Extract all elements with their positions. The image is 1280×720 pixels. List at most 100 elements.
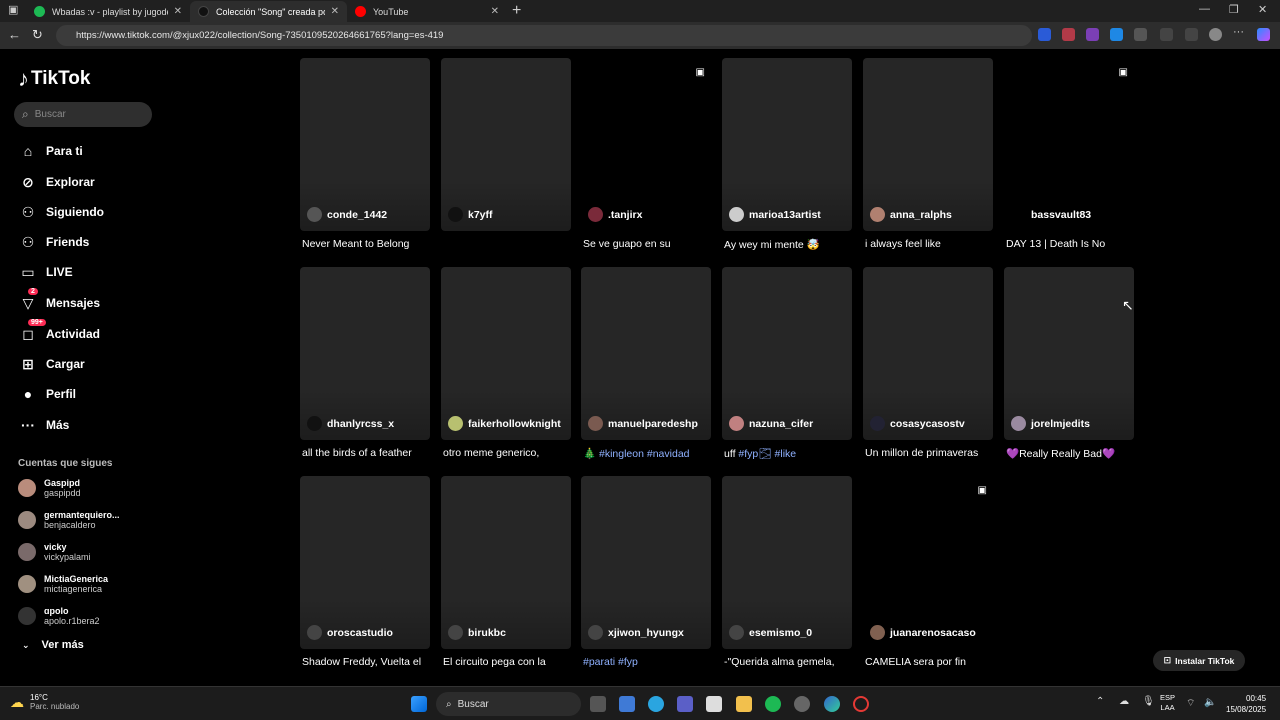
video-thumbnail[interactable]: manuelparedeshp (581, 267, 711, 440)
app-icon[interactable] (794, 696, 810, 712)
refresh-icon[interactable]: ↻ (32, 27, 43, 43)
nav-item-cargar[interactable]: ⊞ Cargar (18, 353, 85, 375)
window-close-icon[interactable]: ✕ (1258, 3, 1267, 16)
close-icon[interactable]: ✕ (491, 6, 499, 17)
close-icon[interactable]: ✕ (331, 6, 339, 17)
file-explorer-icon[interactable] (736, 696, 752, 712)
mic-icon[interactable]: 🎙 (1142, 696, 1155, 707)
see-more-button[interactable]: ⌄ Ver más (22, 639, 84, 651)
video-thumbnail[interactable]: xjiwon_hyungx (581, 476, 711, 649)
edge-icon[interactable] (824, 696, 840, 712)
video-card[interactable]: jorelmjedits 💜Really Really Bad💜 (1004, 267, 1134, 460)
clock[interactable]: 00:45 15/08/2025 (1226, 693, 1266, 715)
video-card[interactable]: oroscastudio Shadow Freddy, Vuelta el (300, 476, 430, 668)
volume-icon[interactable]: 🔈 (1204, 697, 1216, 708)
video-card[interactable]: nazuna_ciferuff #fyp🌫 #like (722, 267, 852, 460)
video-card[interactable]: ▣ juanarenosacaso CAMELIA sera por fin (863, 476, 993, 668)
video-card[interactable]: marioa13artist Ay wey mi mente 🤯 (722, 58, 852, 251)
video-thumbnail[interactable]: esemismo_0 (722, 476, 852, 649)
following-user[interactable]: Gaspipd gaspipdd (18, 478, 81, 498)
video-thumbnail[interactable]: ▣ bassvault83 (1004, 58, 1134, 231)
video-card[interactable]: birukbc El circuito pega con la (441, 476, 571, 668)
video-caption[interactable]: Shadow Freddy, Vuelta el (300, 656, 430, 668)
task-view-icon[interactable] (590, 696, 606, 712)
taskbar-search[interactable]: ⌕ Buscar (436, 692, 581, 716)
install-tiktok-button[interactable]: ⊡ Instalar TikTok (1153, 650, 1245, 671)
spotify-icon[interactable] (765, 696, 781, 712)
video-author[interactable]: juanarenosacaso (870, 625, 976, 640)
nav-item-friends[interactable]: ⚇ Friends (18, 231, 90, 253)
video-thumbnail[interactable]: k7yff (441, 58, 571, 231)
tab-youtube[interactable]: YouTube ✕ (347, 1, 507, 22)
nav-item-actividad[interactable]: ◻ 99+ Actividad (18, 318, 100, 345)
video-author[interactable]: .tanjirx (588, 207, 642, 222)
video-caption[interactable]: uff #fyp🌫 #like (722, 447, 852, 460)
following-user[interactable]: vicky vickypalami (18, 542, 91, 562)
video-card[interactable]: ▣ bassvault83 DAY 13 | Death Is No (1004, 58, 1134, 250)
teams-icon[interactable] (677, 696, 693, 712)
video-thumbnail[interactable]: jorelmjedits (1004, 267, 1134, 440)
nav-item-explorar[interactable]: ⊘ Explorar (18, 171, 95, 193)
video-author[interactable]: cosasycasostv (870, 416, 965, 431)
tray-chevron-icon[interactable]: ⌃ (1096, 696, 1104, 707)
video-thumbnail[interactable]: nazuna_cifer (722, 267, 852, 440)
video-caption[interactable]: #parati #fyp (581, 656, 711, 668)
video-author[interactable]: nazuna_cifer (729, 416, 813, 431)
system-tray[interactable]: ⌃ ☁ 🎙 (1096, 696, 1155, 707)
video-card[interactable]: anna_ralphs i always feel like (863, 58, 993, 250)
video-thumbnail[interactable]: anna_ralphs (863, 58, 993, 231)
video-caption[interactable]: DAY 13 | Death Is No (1004, 238, 1134, 250)
video-thumbnail[interactable]: ▣ juanarenosacaso (863, 476, 993, 649)
video-thumbnail[interactable]: faikerhollowknight (441, 267, 571, 440)
video-author[interactable]: manuelparedeshp (588, 416, 698, 431)
video-card[interactable]: faikerhollowknight otro meme generico, (441, 267, 571, 459)
copilot-app-icon[interactable] (619, 696, 635, 712)
extension-icon[interactable] (1038, 28, 1051, 41)
url-field[interactable]: https://www.tiktok.com/@xjux022/collecti… (56, 25, 1032, 46)
new-tab-button[interactable]: + (512, 2, 521, 20)
video-author[interactable]: k7yff (448, 207, 493, 222)
video-thumbnail[interactable]: conde_1442 (300, 58, 430, 231)
weather-widget[interactable]: ☁ 16°C Parc. nublado (10, 693, 79, 711)
wifi-icon[interactable]: ⌔ (1186, 697, 1195, 710)
video-card[interactable]: ▣ .tanjirx Se ve guapo en su (581, 58, 711, 250)
following-user[interactable]: ɑpolo apolo.r1bera2 (18, 606, 100, 626)
video-card[interactable]: manuelparedeshp 🎄 #kingleon #navidad (581, 267, 711, 460)
video-thumbnail[interactable]: marioa13artist (722, 58, 852, 231)
video-caption[interactable]: CAMELIA sera por fin (863, 656, 993, 668)
tab-actions-icon[interactable]: ▣ (8, 3, 18, 16)
video-caption[interactable]: 💜Really Really Bad💜 (1004, 447, 1134, 460)
opera-icon[interactable] (853, 696, 869, 712)
store-icon[interactable] (706, 696, 722, 712)
video-card[interactable]: dhanlyrcss_xall the birds of a feather (300, 267, 430, 459)
close-icon[interactable]: ✕ (174, 6, 182, 17)
video-card[interactable]: conde_1442 Never Meant to Belong (300, 58, 430, 250)
video-thumbnail[interactable]: ▣ .tanjirx (581, 58, 711, 231)
video-caption[interactable]: 🎄 #kingleon #navidad (581, 447, 711, 460)
extension-icon[interactable] (1110, 28, 1123, 41)
profile-avatar-icon[interactable] (1209, 28, 1222, 41)
video-author[interactable]: oroscastudio (307, 625, 393, 640)
video-caption[interactable]: Ay wey mi mente 🤯 (722, 238, 852, 251)
menu-icon[interactable]: ··· (1233, 26, 1246, 39)
video-caption[interactable]: all the birds of a feather (300, 447, 430, 459)
video-card[interactable]: xjiwon_hyungx #parati #fyp (581, 476, 711, 668)
nav-item-para-ti[interactable]: ⌂ Para ti (18, 140, 83, 162)
video-author[interactable]: xjiwon_hyungx (588, 625, 684, 640)
onedrive-icon[interactable]: ☁ (1119, 696, 1129, 707)
back-icon[interactable]: ← (8, 27, 21, 42)
extension-icon[interactable] (1086, 28, 1099, 41)
video-author[interactable]: anna_ralphs (870, 207, 952, 222)
video-thumbnail[interactable]: dhanlyrcss_x (300, 267, 430, 440)
tab-tiktok[interactable]: Colección "Song" creada por xjux ✕ (190, 1, 347, 22)
copilot-icon[interactable] (1257, 28, 1270, 41)
nav-item-mensajes[interactable]: ▽ 2 Mensajes (18, 287, 100, 314)
nav-item-siguiendo[interactable]: ⚇ Siguiendo (18, 201, 104, 223)
extensions-puzzle-icon[interactable] (1134, 28, 1147, 41)
video-caption[interactable]: otro meme generico, (441, 447, 571, 459)
extension-icon[interactable] (1062, 28, 1075, 41)
minimize-icon[interactable]: — (1199, 3, 1210, 15)
video-thumbnail[interactable]: cosasycasostv (863, 267, 993, 440)
language-indicator[interactable]: ESP LAA (1160, 693, 1175, 713)
favorites-icon[interactable] (1185, 28, 1198, 41)
